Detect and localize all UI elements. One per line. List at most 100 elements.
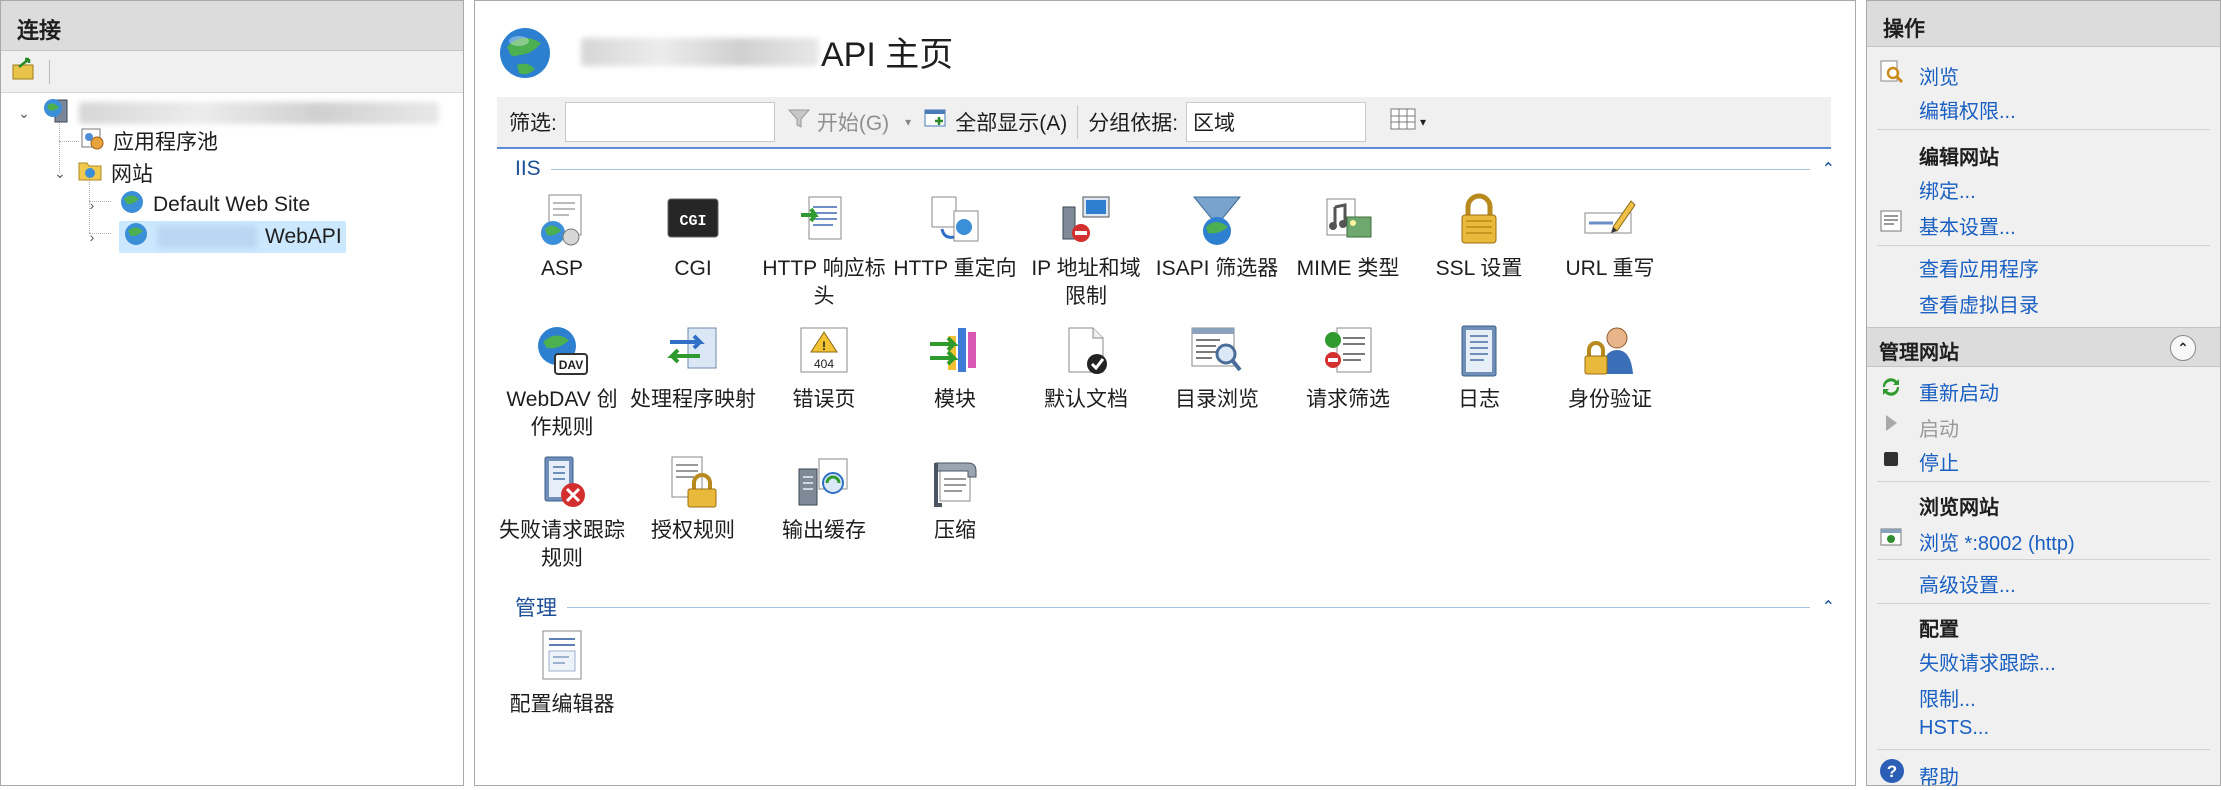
- action-basic-settings[interactable]: 基本设置...: [1919, 211, 2016, 240]
- feature-tile[interactable]: IP 地址和域限制: [1021, 193, 1151, 311]
- feature-label: 默认文档: [1044, 388, 1128, 411]
- svg-text:DAV: DAV: [559, 358, 583, 372]
- chevron-right-icon[interactable]: ›: [85, 197, 99, 213]
- feature-tile[interactable]: 身份验证: [1545, 324, 1675, 414]
- action-edit-permissions[interactable]: 编辑权限...: [1919, 95, 2016, 124]
- chevron-down-icon[interactable]: ⌄: [17, 105, 31, 122]
- feature-label: URL 重写: [1565, 257, 1655, 280]
- configure-header: 配置: [1919, 619, 1959, 641]
- logging-icon: [1452, 324, 1506, 378]
- feature-tile[interactable]: 授权规则: [628, 455, 758, 545]
- app-pool-icon: [79, 125, 105, 157]
- group-header-iis[interactable]: IIS ⌃: [515, 155, 1835, 183]
- feature-label: 处理程序映射: [630, 388, 756, 411]
- feature-label: 配置编辑器: [509, 693, 615, 716]
- action-view-applications[interactable]: 查看应用程序: [1919, 253, 2039, 282]
- failed-request-tracing-icon: [535, 455, 589, 509]
- ip-restrictions-icon: [1059, 193, 1113, 247]
- error-pages-icon: ! 404: [797, 324, 851, 378]
- feature-tile[interactable]: HTTP 响应标头: [759, 193, 889, 311]
- action-limits[interactable]: 限制...: [1919, 683, 1976, 712]
- browse-icon: [1879, 59, 1904, 84]
- feature-tile[interactable]: 模块: [890, 324, 1020, 414]
- feature-label: ISAPI 筛选器: [1155, 257, 1279, 280]
- collapse-icon[interactable]: ⌃: [2170, 335, 2196, 361]
- group-header-manage[interactable]: 管理 ⌃: [515, 593, 1835, 621]
- connections-header: 连接: [1, 1, 463, 51]
- feature-tile[interactable]: 配置编辑器: [497, 629, 627, 719]
- dropdown-arrow-icon[interactable]: ▾: [905, 115, 911, 129]
- tree-default-web-site[interactable]: › Default Web Site: [85, 189, 310, 221]
- feature-tile[interactable]: ! 404 错误页: [759, 324, 889, 414]
- action-start[interactable]: 启动: [1919, 413, 1959, 442]
- isapi-filters-icon: [1190, 193, 1244, 247]
- show-all-icon: [923, 107, 949, 137]
- chevron-right-icon[interactable]: ›: [85, 229, 99, 245]
- http-redirect-icon: [928, 193, 982, 247]
- feature-tile[interactable]: URL 重写: [1545, 193, 1675, 283]
- basic-settings-icon: [1879, 209, 1903, 233]
- groupby-value: 区域: [1193, 112, 1236, 135]
- feature-view-pane: API 主页 筛选: 开始(G) ▾ 全部显示(A) 分组依据: 区域 ▾ II…: [474, 0, 1856, 786]
- feature-tile[interactable]: MIME 类型: [1283, 193, 1413, 283]
- feature-tile[interactable]: 处理程序映射: [628, 324, 758, 414]
- tree-app-pools[interactable]: 应用程序池: [79, 125, 218, 157]
- feature-tile[interactable]: 默认文档: [1021, 324, 1151, 414]
- go-button[interactable]: 开始(G): [787, 107, 889, 137]
- action-browse-port[interactable]: 浏览 *:8002 (http): [1919, 527, 2075, 556]
- go-label: 开始(G): [816, 112, 890, 135]
- feature-tile[interactable]: 日志: [1414, 324, 1544, 414]
- action-hsts[interactable]: HSTS...: [1919, 717, 1989, 740]
- tree-sites[interactable]: ⌄ 网站: [53, 157, 153, 189]
- modules-icon: [928, 324, 982, 378]
- manage-site-section[interactable]: 管理网站 ⌃: [1867, 327, 2220, 367]
- tree-api-site[interactable]: › WebAPI: [85, 221, 346, 253]
- stop-icon: [1879, 447, 1903, 471]
- feature-tile[interactable]: HTTP 重定向: [890, 193, 1020, 283]
- action-advanced-settings[interactable]: 高级设置...: [1919, 569, 2016, 598]
- selected-site[interactable]: WebAPI: [119, 221, 346, 253]
- new-connection-icon[interactable]: [11, 57, 37, 86]
- output-caching-icon: [797, 455, 851, 509]
- feature-label: 身份验证: [1568, 388, 1652, 411]
- feature-tile[interactable]: ISAPI 筛选器: [1152, 193, 1282, 283]
- site-name-redacted: [157, 226, 257, 248]
- connections-toolbar: [1, 51, 463, 93]
- action-browse[interactable]: 浏览: [1919, 61, 1959, 90]
- feature-label: 压缩: [934, 519, 976, 542]
- feature-tile[interactable]: 压缩: [890, 455, 1020, 545]
- view-switcher[interactable]: ▾: [1390, 108, 1426, 136]
- feature-tile[interactable]: SSL 设置: [1414, 193, 1544, 283]
- group-manage-label: 管理: [515, 597, 557, 620]
- filter-input[interactable]: [564, 102, 775, 142]
- edit-site-header: 编辑网站: [1919, 147, 1999, 169]
- show-all-button[interactable]: 全部显示(A): [923, 107, 1067, 137]
- collapse-icon[interactable]: ⌃: [1822, 159, 1835, 179]
- api-site-label: WebAPI: [265, 225, 342, 248]
- collapse-icon[interactable]: ⌃: [1822, 597, 1835, 617]
- chevron-down-icon[interactable]: ⌄: [53, 165, 67, 182]
- actions-divider: [1877, 129, 2210, 130]
- feature-label: IP 地址和域限制: [1031, 257, 1141, 308]
- feature-tile[interactable]: 失败请求跟踪规则: [497, 455, 627, 573]
- feature-tile[interactable]: CGI CGI: [628, 193, 758, 283]
- feature-tile[interactable]: ASP: [497, 193, 627, 283]
- action-stop[interactable]: 停止: [1919, 447, 1959, 476]
- feature-label: 错误页: [792, 388, 856, 411]
- feature-tile[interactable]: 输出缓存: [759, 455, 889, 545]
- feature-tile[interactable]: 请求筛选: [1283, 324, 1413, 414]
- actions-divider: [1877, 559, 2210, 560]
- action-bindings[interactable]: 绑定...: [1919, 175, 1976, 204]
- action-view-virtual-directories[interactable]: 查看虚拟目录: [1919, 289, 2039, 318]
- feature-tile[interactable]: 目录浏览: [1152, 324, 1282, 414]
- groupby-select[interactable]: 区域: [1186, 102, 1367, 142]
- group-iis-label: IIS: [515, 157, 541, 180]
- globe-icon: [123, 221, 149, 253]
- filter-label: 筛选:: [509, 112, 557, 135]
- server-name-redacted: [79, 102, 439, 124]
- feature-tile[interactable]: DAV WebDAV 创作规则: [497, 324, 627, 442]
- feature-label: SSL 设置: [1435, 257, 1523, 280]
- action-restart[interactable]: 重新启动: [1919, 377, 1999, 406]
- svg-text:!: !: [822, 339, 826, 353]
- action-failed-request-tracing[interactable]: 失败请求跟踪...: [1919, 647, 2056, 676]
